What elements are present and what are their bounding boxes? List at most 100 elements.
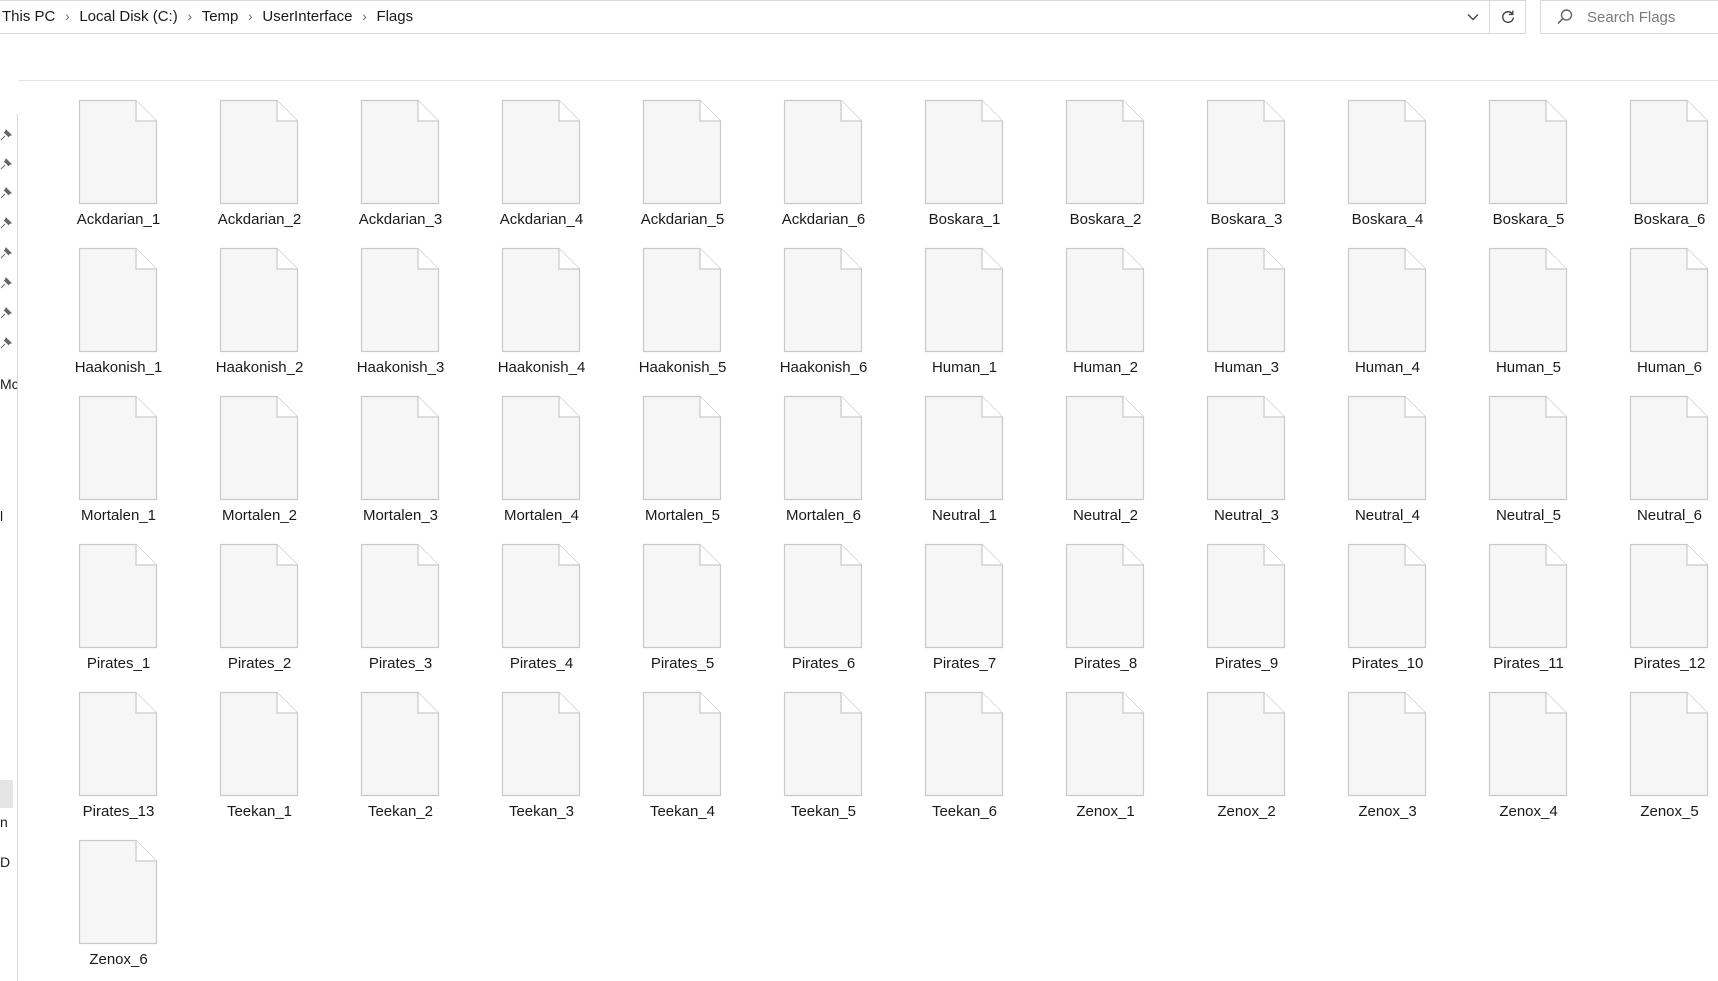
file-name: Neutral_3	[1213, 507, 1280, 524]
file-item[interactable]: Human_4	[1327, 241, 1468, 389]
address-history-button[interactable]	[1456, 1, 1490, 33]
breadcrumb-local-disk[interactable]: Local Disk (C:)	[77, 8, 179, 25]
pin-icon[interactable]	[0, 337, 12, 349]
file-name: Human_3	[1213, 359, 1280, 376]
refresh-button[interactable]	[1490, 0, 1526, 34]
pin-icon[interactable]	[0, 217, 12, 229]
file-item[interactable]: Pirates_13	[58, 685, 199, 833]
file-item[interactable]: Mortalen_2	[199, 389, 340, 537]
file-item[interactable]: Pirates_12	[1609, 537, 1718, 685]
file-item[interactable]: Zenox_4	[1468, 685, 1609, 833]
breadcrumb-separator-icon[interactable]: ›	[354, 8, 374, 24]
file-item[interactable]: Mortalen_3	[340, 389, 481, 537]
file-item[interactable]: Pirates_9	[1186, 537, 1327, 685]
file-item[interactable]: Neutral_5	[1468, 389, 1609, 537]
file-item[interactable]: Boskara_4	[1327, 93, 1468, 241]
file-item[interactable]: Mortalen_5	[622, 389, 763, 537]
breadcrumb-separator-icon[interactable]: ›	[180, 8, 200, 24]
file-item[interactable]: Neutral_3	[1186, 389, 1327, 537]
file-item[interactable]: Pirates_5	[622, 537, 763, 685]
file-item[interactable]: Pirates_11	[1468, 537, 1609, 685]
file-item[interactable]: Neutral_2	[1045, 389, 1186, 537]
file-item[interactable]: Zenox_1	[1045, 685, 1186, 833]
file-item[interactable]: Human_5	[1468, 241, 1609, 389]
file-item[interactable]: Haakonish_5	[622, 241, 763, 389]
search-input[interactable]	[1585, 7, 1715, 27]
file-item[interactable]: Ackdarian_3	[340, 93, 481, 241]
file-item[interactable]: Haakonish_4	[481, 241, 622, 389]
pin-icon[interactable]	[0, 187, 12, 199]
nav-item-label[interactable]: n	[0, 814, 8, 830]
file-item[interactable]: Teekan_5	[763, 685, 904, 833]
breadcrumb-temp[interactable]: Temp	[200, 8, 241, 25]
pin-icon[interactable]	[0, 158, 12, 170]
file-item[interactable]: Teekan_2	[340, 685, 481, 833]
file-item[interactable]: Zenox_2	[1186, 685, 1327, 833]
file-item[interactable]: Teekan_6	[904, 685, 1045, 833]
file-name: Haakonish_3	[356, 359, 445, 376]
file-item[interactable]: Pirates_8	[1045, 537, 1186, 685]
file-item[interactable]: Teekan_1	[199, 685, 340, 833]
file-item[interactable]: Human_6	[1609, 241, 1718, 389]
file-name: Neutral_1	[931, 507, 998, 524]
file-item[interactable]: Zenox_3	[1327, 685, 1468, 833]
file-item[interactable]: Boskara_6	[1609, 93, 1718, 241]
file-item[interactable]: Zenox_6	[58, 833, 199, 981]
breadcrumb-flags[interactable]: Flags	[374, 8, 415, 25]
file-item[interactable]: Neutral_4	[1327, 389, 1468, 537]
file-item[interactable]: Pirates_10	[1327, 537, 1468, 685]
nav-item-selected-highlight[interactable]	[0, 780, 13, 808]
navigation-pane[interactable]: Mc l n D	[0, 34, 18, 981]
file-item[interactable]: Zenox_5	[1609, 685, 1718, 833]
file-item[interactable]: Ackdarian_6	[763, 93, 904, 241]
file-item[interactable]: Boskara_2	[1045, 93, 1186, 241]
file-item[interactable]: Human_3	[1186, 241, 1327, 389]
file-item[interactable]: Mortalen_1	[58, 389, 199, 537]
file-item[interactable]: Neutral_1	[904, 389, 1045, 537]
file-item[interactable]: Boskara_1	[904, 93, 1045, 241]
file-list-view[interactable]: Ackdarian_1 Ackdarian_2 Ackdarian_3 Ackd…	[18, 80, 1718, 981]
file-item[interactable]: Ackdarian_5	[622, 93, 763, 241]
file-name: Boskara_6	[1633, 211, 1706, 228]
nav-item-label[interactable]: D	[0, 854, 10, 870]
file-item[interactable]: Boskara_3	[1186, 93, 1327, 241]
file-name: Pirates_11	[1493, 655, 1564, 672]
blank-file-icon	[924, 395, 1004, 501]
file-name: Boskara_3	[1210, 211, 1283, 228]
breadcrumb-separator-icon[interactable]: ›	[57, 8, 77, 24]
file-item[interactable]: Haakonish_1	[58, 241, 199, 389]
file-item[interactable]: Pirates_2	[199, 537, 340, 685]
pin-icon[interactable]	[0, 307, 12, 319]
file-item[interactable]: Ackdarian_1	[58, 93, 199, 241]
breadcrumb-userinterface[interactable]: UserInterface	[260, 8, 354, 25]
search-box[interactable]	[1540, 0, 1718, 34]
file-item[interactable]: Pirates_7	[904, 537, 1045, 685]
file-item[interactable]: Haakonish_3	[340, 241, 481, 389]
file-item[interactable]: Teekan_4	[622, 685, 763, 833]
file-item[interactable]: Pirates_1	[58, 537, 199, 685]
file-item[interactable]: Pirates_4	[481, 537, 622, 685]
breadcrumb-separator-icon[interactable]: ›	[240, 8, 260, 24]
file-item[interactable]: Pirates_3	[340, 537, 481, 685]
pin-icon[interactable]	[0, 247, 12, 259]
pin-icon[interactable]	[0, 129, 12, 141]
breadcrumb-this-pc[interactable]: This PC	[0, 8, 57, 25]
file-item[interactable]: Ackdarian_4	[481, 93, 622, 241]
nav-item-label[interactable]: l	[0, 508, 3, 524]
file-item[interactable]: Mortalen_4	[481, 389, 622, 537]
file-item[interactable]: Human_1	[904, 241, 1045, 389]
file-item[interactable]: Teekan_3	[481, 685, 622, 833]
file-item[interactable]: Haakonish_2	[199, 241, 340, 389]
file-item[interactable]: Ackdarian_2	[199, 93, 340, 241]
file-item[interactable]: Human_2	[1045, 241, 1186, 389]
file-item[interactable]: Boskara_5	[1468, 93, 1609, 241]
address-field[interactable]: This PC › Local Disk (C:) › Temp › UserI…	[0, 0, 1490, 34]
file-item[interactable]: Mortalen_6	[763, 389, 904, 537]
pin-icon[interactable]	[0, 277, 12, 289]
file-item[interactable]: Neutral_6	[1609, 389, 1718, 537]
file-item[interactable]: Haakonish_6	[763, 241, 904, 389]
nav-item-label[interactable]: Mc	[0, 376, 18, 392]
file-name: Teekan_4	[649, 803, 716, 820]
file-item[interactable]: Pirates_6	[763, 537, 904, 685]
blank-file-icon	[501, 691, 581, 797]
